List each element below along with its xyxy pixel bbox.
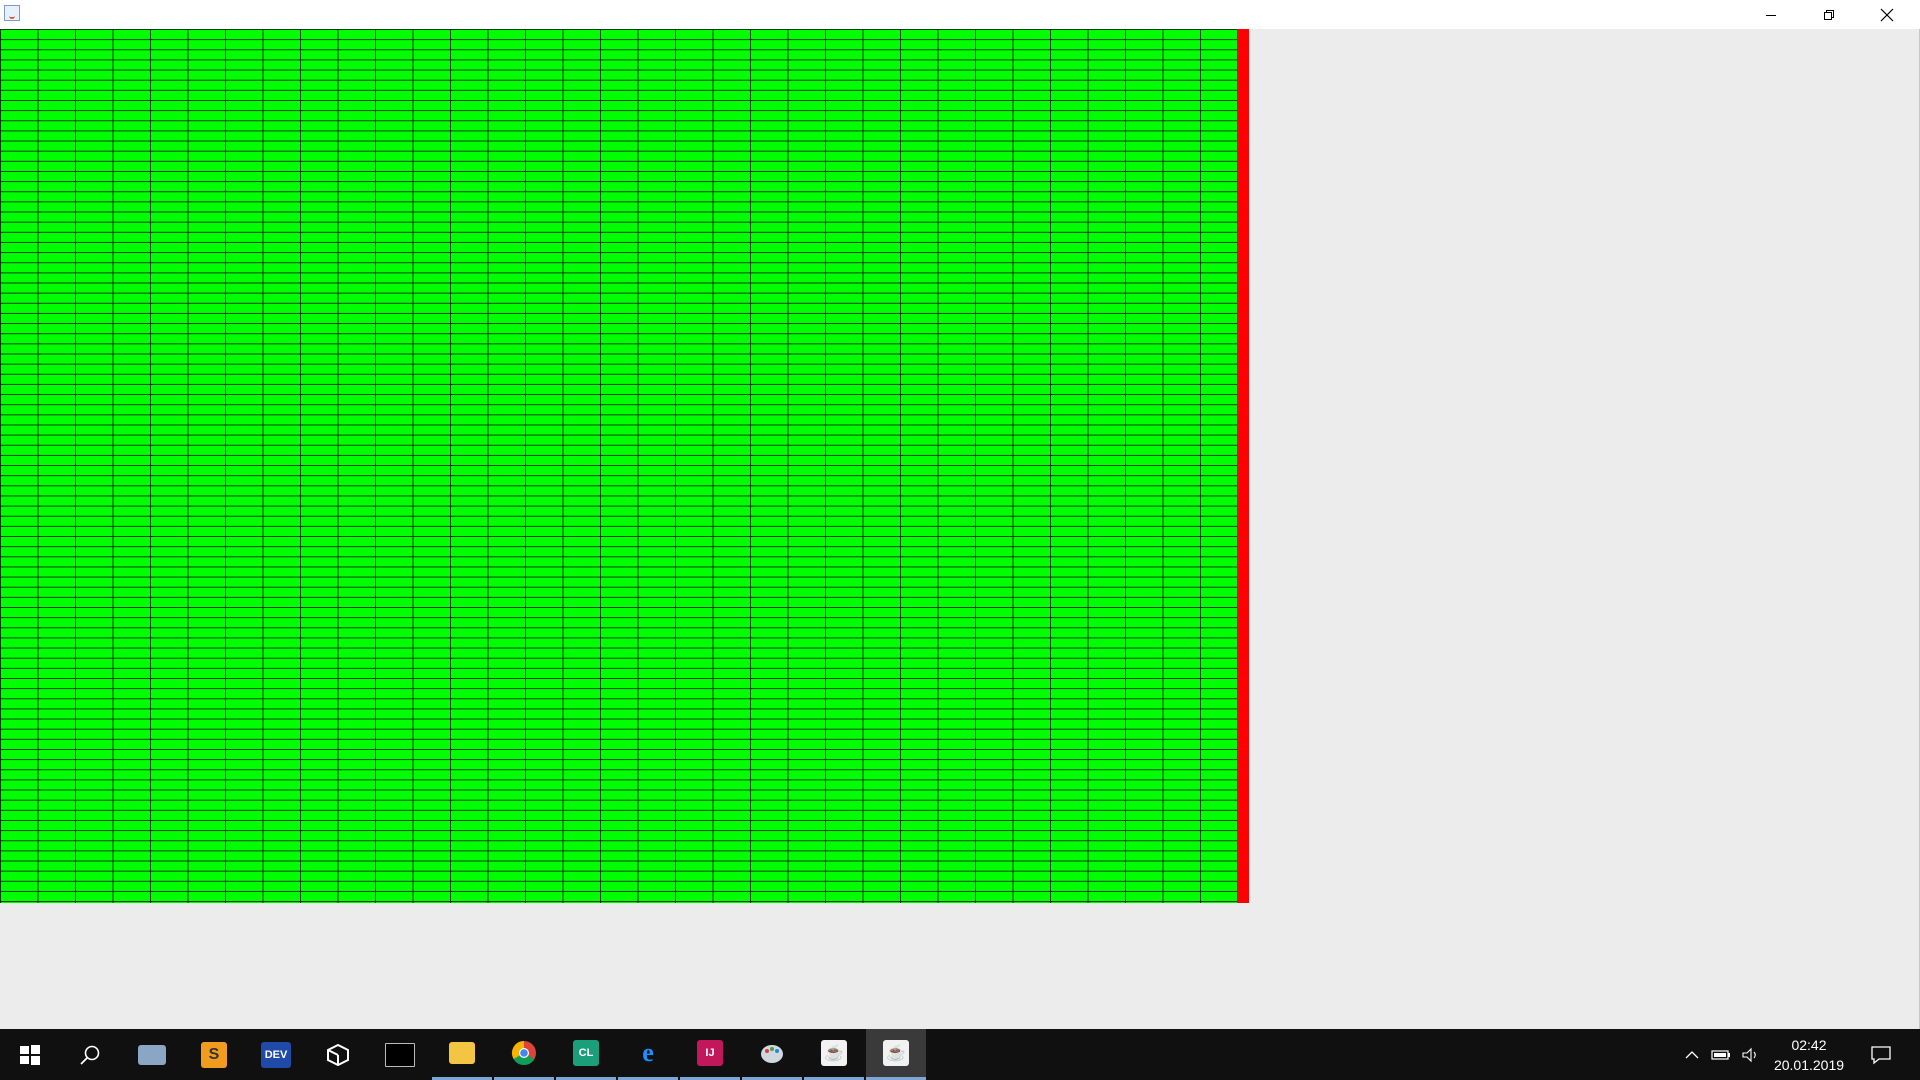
terminal-icon bbox=[385, 1042, 415, 1067]
minimize-icon bbox=[1766, 14, 1776, 16]
sublime-text-icon: S bbox=[201, 1041, 227, 1068]
start-button[interactable] bbox=[0, 1029, 60, 1080]
red-bar bbox=[1237, 29, 1249, 903]
green-grid-canvas[interactable] bbox=[0, 29, 1237, 903]
edge-icon: e bbox=[642, 1038, 654, 1067]
clock-time: 02:42 bbox=[1791, 1037, 1827, 1053]
paint-icon bbox=[761, 1045, 783, 1063]
battery-icon bbox=[1711, 1049, 1730, 1060]
volume-icon bbox=[1742, 1047, 1756, 1062]
taskbar-clion[interactable]: CL bbox=[556, 1029, 616, 1080]
restore-button[interactable] bbox=[1800, 0, 1858, 29]
battery-button[interactable] bbox=[1708, 1029, 1734, 1080]
action-center-button[interactable] bbox=[1866, 1029, 1896, 1080]
taskbar-file-explorer[interactable] bbox=[432, 1029, 492, 1080]
chevron-up-icon bbox=[1685, 1050, 1699, 1058]
intellij-icon: IJ bbox=[697, 1040, 723, 1066]
notification-icon bbox=[1871, 1045, 1891, 1064]
devcpp-icon: DEV bbox=[261, 1041, 291, 1068]
taskbar-sublime[interactable]: S bbox=[184, 1029, 244, 1080]
search-icon bbox=[80, 1045, 100, 1065]
java-cup-icon bbox=[4, 5, 20, 21]
chrome-icon bbox=[511, 1041, 536, 1066]
task-view-button[interactable] bbox=[122, 1029, 182, 1080]
restore-icon bbox=[1824, 9, 1834, 20]
volume-button[interactable] bbox=[1738, 1029, 1764, 1080]
taskbar-paint[interactable] bbox=[742, 1029, 802, 1080]
taskbar-edge[interactable]: e bbox=[618, 1029, 678, 1080]
taskbar-terminal[interactable] bbox=[370, 1029, 430, 1080]
close-icon bbox=[1880, 8, 1894, 21]
show-hidden-icons-button[interactable] bbox=[1680, 1029, 1704, 1080]
java-icon: ☕ bbox=[821, 1040, 847, 1066]
clion-icon: CL bbox=[573, 1040, 599, 1066]
java-app-icon: ☕ bbox=[883, 1040, 909, 1066]
taskbar-chrome[interactable] bbox=[494, 1029, 554, 1080]
clock-date: 20.01.2019 bbox=[1773, 1057, 1845, 1073]
close-button[interactable] bbox=[1858, 0, 1916, 29]
task-view-icon bbox=[138, 1044, 166, 1065]
taskbar-intellij[interactable]: IJ bbox=[680, 1029, 740, 1080]
taskbar-java[interactable]: ☕ bbox=[804, 1029, 864, 1080]
search-button[interactable] bbox=[60, 1029, 120, 1080]
taskbar-java-app-active[interactable]: ☕ bbox=[866, 1029, 926, 1080]
start-windows-icon bbox=[20, 1044, 40, 1065]
title-bar bbox=[0, 0, 1920, 29]
taskbar-devcpp[interactable]: DEV bbox=[246, 1029, 306, 1080]
minimize-button[interactable] bbox=[1742, 0, 1800, 29]
taskbar-unity[interactable] bbox=[308, 1029, 368, 1080]
taskbar: S DEV CL e IJ ☕ ☕ 02:42 20.01.2019 bbox=[0, 1029, 1920, 1080]
file-explorer-icon bbox=[449, 1042, 475, 1064]
unity-icon bbox=[327, 1043, 349, 1066]
clock[interactable]: 02:42 20.01.2019 bbox=[1766, 1035, 1852, 1075]
client-area bbox=[0, 29, 1920, 1029]
